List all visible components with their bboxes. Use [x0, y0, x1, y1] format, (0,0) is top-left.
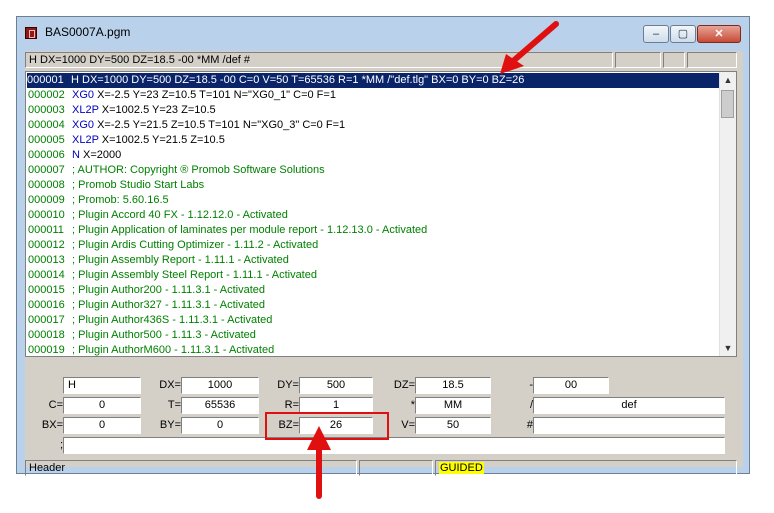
arrow-to-bz-field [307, 426, 331, 499]
arrow-to-bz-in-header [500, 21, 559, 74]
annotation-overlay [307, 21, 559, 499]
